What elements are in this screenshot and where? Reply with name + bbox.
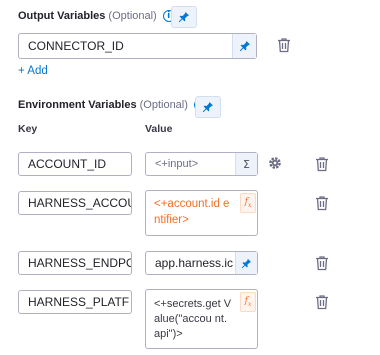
env-var-value-expression: <+secrets.get Value("accou nt.api")> [154, 298, 232, 340]
env-var-delete-button[interactable] [315, 294, 329, 315]
pin-icon [239, 41, 250, 52]
fx-icon: fx [244, 296, 252, 308]
environment-variables-optional: (Optional) [139, 99, 188, 111]
pin-icon [178, 12, 189, 23]
trash-icon [316, 157, 328, 172]
expression-type-toggle[interactable]: fx [240, 292, 256, 312]
output-variables-optional: (Optional) [108, 10, 157, 22]
output-variable-pin-button[interactable] [232, 34, 256, 58]
trash-icon [316, 196, 328, 211]
pin-icon [241, 258, 252, 268]
output-variables-pin-button[interactable] [171, 6, 197, 28]
output-variable-name-input[interactable]: CONNECTOR_ID [18, 33, 257, 59]
env-var-key-value: ACCOUNT_ID [28, 157, 107, 171]
env-var-delete-button[interactable] [315, 195, 329, 216]
gear-icon [269, 157, 281, 169]
environment-variables-pin-button[interactable] [195, 96, 221, 118]
env-var-value-fixed: app.harness.ic [155, 256, 234, 270]
trash-icon [316, 256, 328, 271]
pin-icon [202, 102, 213, 113]
runtime-input-toggle[interactable]: Σ [235, 153, 257, 175]
env-var-key-value: HARNESS_ENDPO [28, 256, 132, 270]
env-var-settings-button[interactable] [268, 156, 282, 175]
value-column-header: Value [145, 123, 173, 135]
trash-icon [316, 295, 328, 310]
output-variable-name-value: CONNECTOR_ID [28, 39, 124, 53]
env-var-delete-button[interactable] [315, 255, 329, 276]
output-variable-delete-button[interactable] [277, 37, 291, 58]
fixed-value-pin-toggle[interactable] [235, 252, 257, 274]
expression-type-toggle[interactable]: fx [240, 193, 256, 213]
fx-icon: fx [244, 197, 252, 209]
env-var-key-value: HARNESS_PLATF [28, 295, 130, 309]
env-var-delete-button[interactable] [315, 156, 329, 177]
env-var-value-expression: <+account.id entifier> [154, 198, 230, 226]
add-output-variable-link[interactable]: + Add [18, 65, 48, 77]
env-var-value-runtime: <+input> [155, 158, 199, 170]
sigma-icon: Σ [243, 157, 250, 171]
output-variables-title: Output Variables [18, 10, 106, 22]
environment-variables-header: Environment Variables (Optional) i [18, 99, 206, 111]
env-var-key-input[interactable]: ACCOUNT_ID [18, 152, 132, 176]
key-column-header: Key [18, 123, 38, 135]
env-var-key-input[interactable]: HARNESS_ACCOU [18, 191, 132, 215]
env-var-key-value: HARNESS_ACCOU [28, 196, 132, 210]
trash-icon [278, 38, 290, 53]
environment-variables-title: Environment Variables [18, 99, 137, 111]
env-var-key-input[interactable]: HARNESS_ENDPO [18, 251, 132, 275]
env-var-key-input[interactable]: HARNESS_PLATF [18, 290, 132, 314]
output-variables-header: Output Variables (Optional) i [18, 10, 175, 22]
